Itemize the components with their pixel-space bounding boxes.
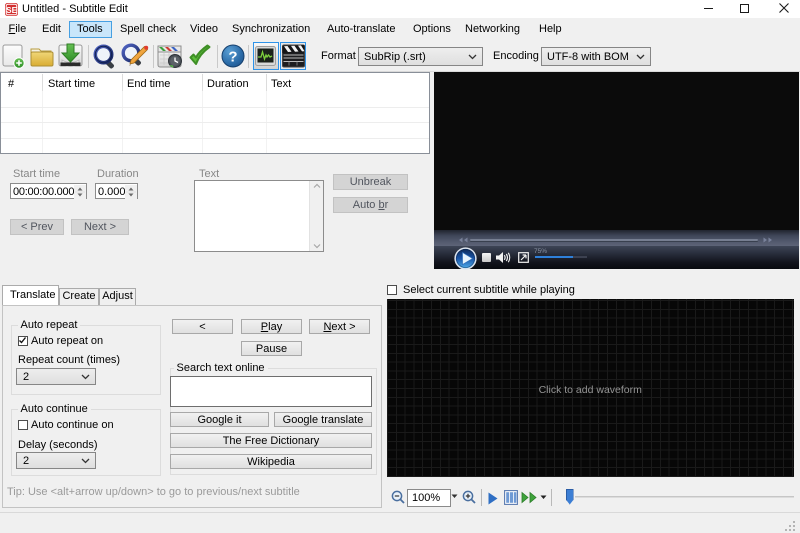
svg-text:SE: SE — [6, 6, 17, 15]
svg-text:?: ? — [228, 49, 237, 66]
